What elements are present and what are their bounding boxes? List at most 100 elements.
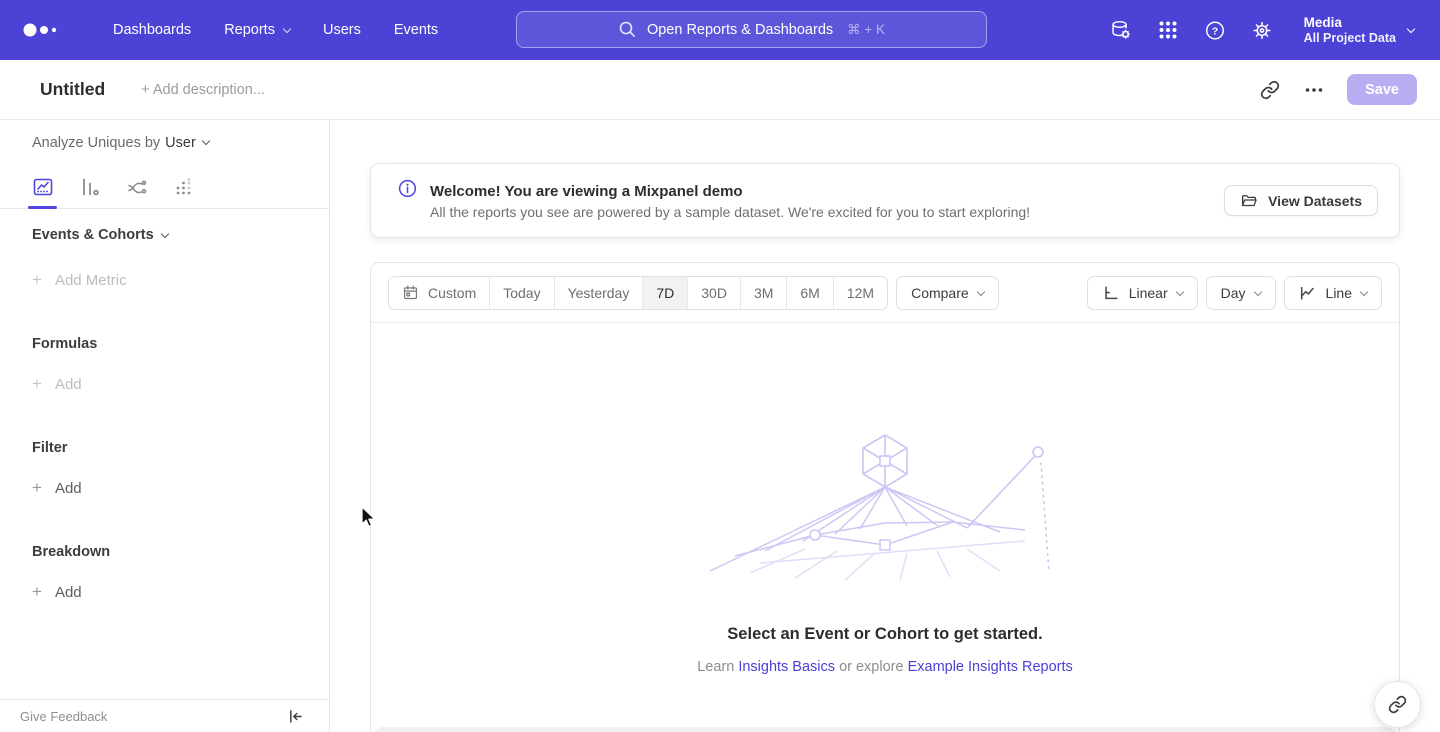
- add-metric-button[interactable]: + Add Metric: [32, 270, 329, 290]
- events-cohorts-header[interactable]: Events & Cohorts: [32, 227, 329, 243]
- range-today[interactable]: Today: [490, 277, 554, 309]
- analyze-label: Analyze Uniques by: [32, 135, 160, 151]
- tab-insights[interactable]: [31, 175, 54, 198]
- report-canvas: Welcome! You are viewing a Mixpanel demo…: [330, 120, 1440, 732]
- nav-item-dashboards[interactable]: Dashboards: [113, 22, 191, 38]
- share-link-fab[interactable]: [1374, 681, 1421, 728]
- chart-toolbar: Custom Today Yesterday 7D 30D 3M 6M 12M …: [371, 263, 1399, 323]
- chevron-down-icon: [160, 229, 168, 237]
- range-custom[interactable]: Custom: [389, 277, 490, 309]
- mixpanel-logo-icon[interactable]: [22, 21, 60, 39]
- report-description-placeholder[interactable]: + Add description...: [141, 82, 265, 98]
- data-management-icon[interactable]: [1110, 19, 1132, 41]
- range-7d[interactable]: 7D: [643, 277, 688, 309]
- empty-state: Select an Event or Cohort to get started…: [371, 323, 1399, 675]
- add-breakdown-button[interactable]: + Add: [32, 582, 329, 602]
- svg-text:?: ?: [1211, 25, 1217, 37]
- interval-dropdown[interactable]: Day: [1206, 276, 1276, 310]
- compare-button[interactable]: Compare: [896, 276, 999, 310]
- save-button[interactable]: Save: [1347, 74, 1417, 105]
- nav-item-users[interactable]: Users: [323, 22, 361, 38]
- report-header: Untitled + Add description... Save: [0, 60, 1440, 120]
- settings-gear-icon[interactable]: [1251, 19, 1273, 41]
- top-nav: Dashboards Reports Users Events Open Rep…: [0, 0, 1440, 60]
- axes-icon: [1102, 284, 1120, 302]
- view-datasets-button[interactable]: View Datasets: [1224, 185, 1378, 216]
- date-range-selector: Custom Today Yesterday 7D 30D 3M 6M 12M: [388, 276, 888, 310]
- results-table-peek: [372, 727, 1398, 732]
- mixpanel-app: Dashboards Reports Users Events Open Rep…: [0, 0, 1440, 732]
- project-scope: All Project Data: [1304, 31, 1396, 46]
- tab-bar-chart[interactable]: [78, 175, 101, 198]
- flows-icon: [126, 176, 148, 198]
- chevron-down-icon: [1253, 288, 1261, 296]
- chevron-down-icon: [1175, 288, 1183, 296]
- more-options-icon[interactable]: [1303, 79, 1325, 101]
- report-title[interactable]: Untitled: [40, 79, 105, 100]
- chevron-down-icon: [1407, 24, 1415, 32]
- insights-chart-card: Custom Today Yesterday 7D 30D 3M 6M 12M …: [370, 262, 1400, 732]
- demo-welcome-banner: Welcome! You are viewing a Mixpanel demo…: [370, 163, 1400, 238]
- banner-text: Welcome! You are viewing a Mixpanel demo…: [430, 181, 1030, 220]
- tab-distribution[interactable]: [172, 175, 195, 198]
- nav-item-reports[interactable]: Reports: [224, 22, 290, 38]
- add-filter-button[interactable]: + Add: [32, 478, 329, 498]
- bar-chart-icon: [79, 176, 101, 198]
- calendar-icon: [402, 284, 419, 301]
- empty-state-title: Select an Event or Cohort to get started…: [727, 625, 1042, 644]
- primary-nav: Dashboards Reports Users Events: [80, 22, 438, 38]
- line-chart-icon: [32, 176, 54, 198]
- empty-state-links: Learn Insights Basics or explore Example…: [697, 659, 1073, 675]
- chevron-down-icon: [202, 137, 210, 145]
- plus-icon: +: [32, 478, 42, 498]
- search-placeholder: Open Reports & Dashboards: [647, 22, 833, 38]
- events-cohorts-section: Events & Cohorts + Add Metric Formulas +…: [0, 227, 329, 602]
- chevron-down-icon: [283, 24, 291, 32]
- project-name: Media: [1304, 14, 1396, 31]
- chevron-down-icon: [1360, 288, 1368, 296]
- analyze-uniques-row: Analyze Uniques by User: [0, 120, 329, 165]
- plus-icon: +: [32, 582, 42, 602]
- info-icon: [397, 178, 418, 204]
- plus-icon: +: [32, 374, 42, 394]
- chart-type-dropdown[interactable]: Line: [1284, 276, 1382, 310]
- range-12m[interactable]: 12M: [834, 277, 887, 309]
- collapse-sidebar-icon[interactable]: [287, 708, 304, 725]
- chevron-down-icon: [976, 288, 984, 296]
- empty-state-illustration: [695, 423, 1075, 581]
- range-30d[interactable]: 30D: [688, 277, 741, 309]
- sidebar-footer: Give Feedback: [0, 699, 329, 732]
- query-builder-sidebar: Analyze Uniques by User: [0, 120, 330, 732]
- visualization-tabs: [0, 165, 329, 209]
- global-search-input[interactable]: Open Reports & Dashboards ⌘ + K: [516, 11, 987, 48]
- filter-header: Filter: [32, 440, 329, 456]
- range-yesterday[interactable]: Yesterday: [555, 277, 644, 309]
- insights-basics-link[interactable]: Insights Basics: [738, 659, 835, 675]
- breakdown-header: Breakdown: [32, 544, 329, 560]
- add-formula-button[interactable]: + Add: [32, 374, 329, 394]
- content-area: Analyze Uniques by User: [0, 120, 1440, 732]
- banner-subtitle: All the reports you see are powered by a…: [430, 204, 1030, 220]
- search-shortcut: ⌘ + K: [847, 22, 885, 38]
- range-6m[interactable]: 6M: [787, 277, 833, 309]
- link-icon: [1388, 695, 1407, 714]
- help-icon[interactable]: ?: [1204, 19, 1226, 41]
- example-reports-link[interactable]: Example Insights Reports: [908, 659, 1073, 675]
- chart-display-controls: Linear Day Line: [1087, 276, 1382, 310]
- tab-flows[interactable]: [125, 175, 148, 198]
- banner-title: Welcome! You are viewing a Mixpanel demo: [430, 181, 1030, 202]
- analyze-by-dropdown[interactable]: User: [165, 135, 209, 151]
- line-chart-icon: [1299, 284, 1317, 302]
- search-icon: [618, 20, 637, 39]
- scale-dropdown[interactable]: Linear: [1087, 276, 1198, 310]
- range-3m[interactable]: 3M: [741, 277, 787, 309]
- nav-utilities: ? Media All Project Data: [1110, 0, 1414, 60]
- project-selector[interactable]: Media All Project Data: [1304, 14, 1414, 46]
- apps-grid-icon[interactable]: [1157, 19, 1179, 41]
- nav-item-events[interactable]: Events: [394, 22, 438, 38]
- report-actions: Save: [1259, 74, 1417, 105]
- give-feedback-link[interactable]: Give Feedback: [20, 709, 107, 724]
- folder-icon: [1240, 192, 1258, 210]
- dots-grid-icon: [173, 176, 195, 198]
- copy-link-icon[interactable]: [1259, 79, 1281, 101]
